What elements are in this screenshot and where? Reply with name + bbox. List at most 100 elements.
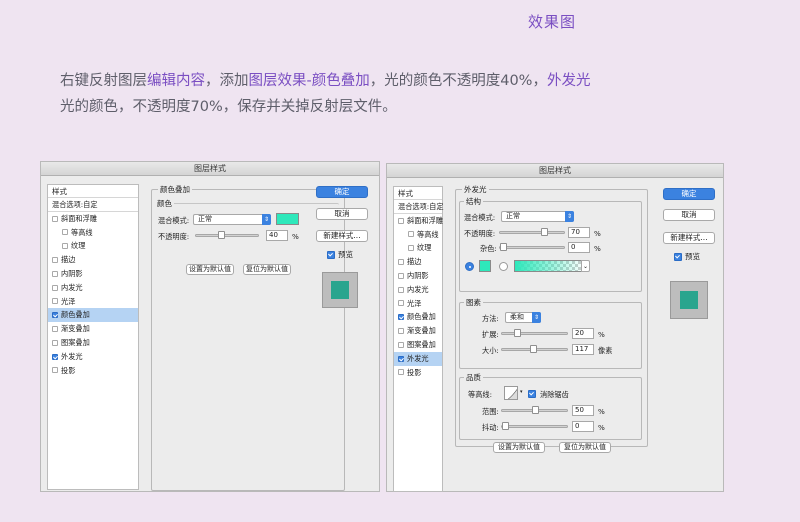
checkbox-icon[interactable] (398, 286, 404, 293)
overlay-color-swatch[interactable] (276, 213, 299, 225)
style-list-item[interactable]: 描边 (394, 255, 442, 269)
checkbox-icon[interactable] (62, 243, 68, 250)
style-list-item[interactable]: 光泽 (48, 295, 138, 309)
style-list-item[interactable]: 斜面和浮雕 (394, 214, 443, 228)
checkbox-icon[interactable] (398, 328, 404, 335)
gradient-radio[interactable] (499, 262, 508, 271)
checkbox-icon[interactable] (52, 326, 58, 333)
range-slider[interactable] (501, 406, 568, 414)
cancel-button[interactable]: 取消 (663, 209, 715, 221)
style-list-item[interactable]: 光泽 (394, 297, 442, 311)
checkbox-checked-icon[interactable] (528, 390, 536, 398)
checkbox-icon[interactable] (62, 229, 68, 236)
style-list-item[interactable]: 图案叠加 (48, 336, 138, 350)
spread-slider[interactable] (501, 329, 568, 337)
style-list-item[interactable]: 外发光 (48, 350, 138, 364)
checkbox-icon[interactable] (408, 231, 414, 238)
checkbox-icon[interactable] (52, 367, 58, 374)
style-list-item[interactable]: 投影 (48, 364, 138, 378)
style-list-item[interactable]: 颜色叠加 (394, 310, 442, 324)
opacity-input[interactable]: 70 (568, 227, 590, 238)
glow-gradient-swatch[interactable] (514, 260, 586, 272)
style-list-item[interactable]: 颜色叠加 (48, 308, 138, 323)
opacity-slider[interactable] (195, 231, 259, 239)
preview-toggle[interactable]: 预览 (327, 249, 353, 260)
cancel-button[interactable]: 取消 (316, 208, 368, 220)
solid-color-radio[interactable] (465, 262, 474, 271)
style-list-item[interactable]: 等高线 (394, 228, 442, 242)
new-style-button[interactable]: 新建样式... (663, 232, 715, 244)
checkbox-icon[interactable] (398, 272, 404, 279)
checkbox-icon[interactable] (398, 341, 404, 348)
style-list-item[interactable]: 纹理 (394, 241, 442, 255)
noise-input[interactable]: 0 (568, 242, 590, 253)
reset-default-button[interactable]: 复位为默认值 (243, 264, 291, 275)
ok-button[interactable]: 确定 (316, 186, 368, 198)
checkbox-icon[interactable] (398, 259, 404, 266)
style-list-item[interactable]: 渐变叠加 (394, 324, 442, 338)
technique-select[interactable]: 柔和 ⇕ (505, 312, 541, 323)
style-list-item[interactable]: 混合选项:自定 (48, 198, 138, 212)
slider-thumb[interactable] (500, 243, 507, 251)
slider-thumb[interactable] (218, 231, 225, 239)
new-style-button[interactable]: 新建样式... (316, 230, 368, 242)
opacity-slider[interactable] (499, 228, 565, 236)
blend-mode-select[interactable]: 正常 ⇕ (193, 214, 271, 225)
spread-input[interactable]: 20 (572, 328, 594, 339)
opacity-input[interactable]: 40 (266, 230, 288, 241)
slider-thumb[interactable] (502, 422, 509, 430)
style-list-item[interactable]: 内发光 (394, 283, 442, 297)
checkbox-checked-icon[interactable] (398, 355, 404, 362)
style-list-item[interactable]: 描边 (48, 253, 138, 267)
checkbox-checked-icon[interactable] (52, 353, 58, 360)
styles-list: 样式 混合选项:自定 斜面和浮雕 等高线 纹理 描边 内阴影 内发光 光泽 颜色叠加 渐变叠加 图案… (47, 184, 139, 490)
quality-subsection: 品质 等高线: ▾ 消除锯齿 范围: 50 % 抖动: 0 % (459, 372, 642, 440)
style-list-item[interactable]: 内阴影 (48, 267, 138, 281)
checkbox-checked-icon[interactable] (52, 312, 58, 319)
ok-button[interactable]: 确定 (663, 188, 715, 200)
instruction-part: 光的颜色，不透明度70%，保存并关掉反射层文件。 (60, 99, 397, 115)
chevron-down-icon[interactable]: ▾ (520, 389, 523, 395)
checkbox-icon[interactable] (408, 245, 414, 252)
noise-slider[interactable] (499, 243, 565, 251)
checkbox-icon[interactable] (398, 369, 404, 376)
slider-thumb[interactable] (514, 329, 521, 337)
checkbox-icon[interactable] (52, 215, 58, 222)
style-list-item[interactable]: 内阴影 (394, 269, 442, 283)
slider-thumb[interactable] (532, 406, 539, 414)
style-list-item[interactable]: 投影 (394, 366, 442, 380)
checkbox-checked-icon[interactable] (398, 314, 404, 321)
style-list-item[interactable]: 图案叠加 (394, 338, 442, 352)
checkbox-icon[interactable] (52, 284, 58, 291)
style-list-item[interactable]: 外发光 (394, 351, 442, 366)
style-list-item[interactable]: 混合选项:自定 (394, 200, 444, 214)
checkbox-icon[interactable] (398, 300, 404, 307)
checkbox-icon[interactable] (52, 298, 58, 305)
make-default-button[interactable]: 设置为默认值 (493, 442, 545, 453)
glow-color-swatch[interactable] (479, 260, 491, 272)
blend-mode-select[interactable]: 正常 ⇕ (501, 211, 574, 222)
make-default-button[interactable]: 设置为默认值 (186, 264, 234, 275)
style-list-item[interactable]: 纹理 (48, 239, 138, 253)
checkbox-icon[interactable] (52, 270, 58, 277)
preview-toggle[interactable]: 预览 (674, 251, 700, 262)
slider-thumb[interactable] (541, 228, 548, 236)
checkbox-icon[interactable] (398, 217, 404, 224)
checkbox-checked-icon[interactable] (674, 252, 682, 261)
checkbox-icon[interactable] (52, 339, 58, 346)
reset-default-button[interactable]: 复位为默认值 (559, 442, 611, 453)
size-input[interactable]: 117 (572, 344, 594, 355)
jitter-slider[interactable] (501, 422, 568, 430)
jitter-input[interactable]: 0 (572, 421, 594, 432)
style-list-item[interactable]: 斜面和浮雕 (48, 212, 138, 226)
checkbox-checked-icon[interactable] (327, 250, 335, 259)
gradient-dropdown[interactable]: ⌄ (581, 260, 590, 272)
range-input[interactable]: 50 (572, 405, 594, 416)
contour-curve-icon[interactable] (504, 386, 518, 400)
size-slider[interactable] (501, 345, 568, 353)
slider-thumb[interactable] (530, 345, 537, 353)
style-list-item[interactable]: 等高线 (48, 226, 138, 240)
style-list-item[interactable]: 内发光 (48, 281, 138, 295)
checkbox-icon[interactable] (52, 257, 58, 264)
style-list-item[interactable]: 渐变叠加 (48, 322, 138, 336)
